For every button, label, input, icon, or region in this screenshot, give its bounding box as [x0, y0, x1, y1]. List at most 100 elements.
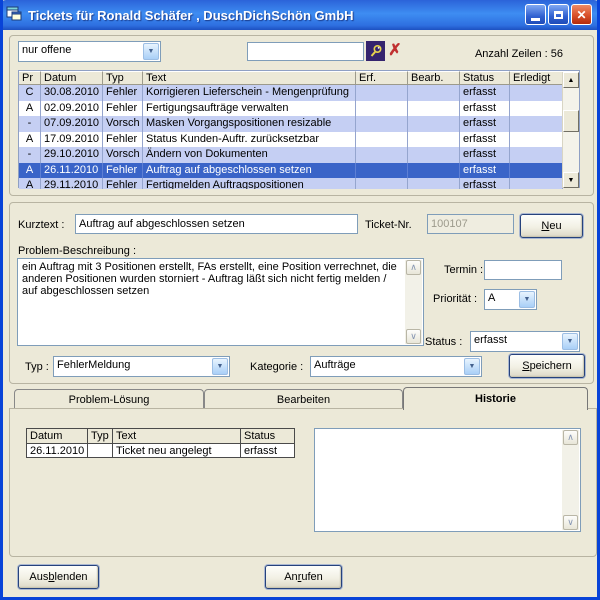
cell-text: Auftrag auf abgeschlossen setzen	[143, 163, 356, 179]
cell-text: Ändern von Dokumenten	[143, 147, 356, 163]
col-header-erf[interactable]: Erf.	[356, 71, 408, 85]
historie-notes-textarea[interactable]	[315, 429, 580, 531]
chevron-down-icon[interactable]: ▼	[212, 358, 228, 375]
speichern-button[interactable]: Speichern	[509, 354, 585, 378]
cell-erf	[356, 132, 408, 148]
cell-bearb	[408, 163, 460, 179]
cell-pr: A	[19, 163, 41, 179]
scroll-down-button[interactable]: ▼	[563, 172, 579, 188]
status-dropdown[interactable]: erfasst ▼	[470, 331, 580, 352]
cell-typ: Vorsch	[103, 116, 143, 132]
prioritaet-label: Priorität :	[433, 293, 477, 305]
status-value: erfasst	[471, 332, 561, 351]
anrufen-button[interactable]: Anrufen	[265, 565, 342, 589]
cell-pr: C	[19, 85, 41, 101]
title-bar[interactable]: Tickets für Ronald Schäfer , DuschDichSc…	[0, 0, 600, 30]
cell-erledigt	[510, 116, 563, 132]
cell-status: erfasst	[460, 85, 510, 101]
kurztext-label: Kurztext :	[18, 219, 64, 231]
ausblenden-button[interactable]: Ausblenden	[18, 565, 99, 589]
table-row[interactable]: A 17.09.2010 Fehler Status Kunden-Auftr.…	[19, 132, 563, 148]
chevron-down-icon[interactable]: ▼	[562, 333, 578, 350]
cell-datum: 26.11.2010	[41, 163, 103, 179]
col-header-text[interactable]: Text	[113, 428, 241, 443]
prioritaet-dropdown[interactable]: A ▼	[484, 289, 537, 310]
cell-datum: 29.10.2010	[41, 147, 103, 163]
col-header-status[interactable]: Status	[241, 428, 295, 443]
cell-typ: Fehler	[103, 178, 143, 189]
cell-typ: Fehler	[103, 163, 143, 179]
kategorie-dropdown[interactable]: Aufträge ▼	[310, 356, 482, 377]
cell-bearb	[408, 116, 460, 132]
ticket-table-header: Pr Datum Typ Text Erf. Bearb. Status Erl…	[19, 71, 579, 85]
clear-search-button[interactable]: ✗	[386, 41, 404, 60]
cell-bearb	[408, 85, 460, 101]
scroll-down-button[interactable]: ∨	[406, 329, 421, 344]
cell-erf	[356, 85, 408, 101]
cell-pr: A	[19, 178, 41, 189]
col-header-status[interactable]: Status	[460, 71, 510, 85]
search-button[interactable]	[366, 41, 385, 61]
tab-bar: Problem-Lösung Bearbeiten Historie	[14, 387, 588, 409]
cell-status: erfasst	[460, 178, 510, 189]
col-header-text[interactable]: Text	[143, 71, 356, 85]
table-row[interactable]: A 02.09.2010 Fehler Fertigungsaufträge v…	[19, 101, 563, 117]
notes-scrollbar[interactable]: ∧ ∨	[562, 430, 579, 530]
historie-row[interactable]: 26.11.2010 Ticket neu angelegt erfasst	[26, 443, 295, 458]
cell-text: Ticket neu angelegt	[113, 443, 241, 458]
filter-value: nur offene	[19, 42, 142, 61]
scroll-up-button[interactable]: ▲	[563, 72, 579, 88]
cell-status: erfasst	[460, 163, 510, 179]
textarea-scrollbar[interactable]: ∧ ∨	[405, 260, 422, 344]
table-row[interactable]: - 29.10.2010 Vorsch Ändern von Dokumente…	[19, 147, 563, 163]
minimize-button[interactable]	[525, 4, 546, 25]
close-button[interactable]: ✕	[571, 4, 592, 25]
cell-pr: -	[19, 147, 41, 163]
historie-notes-box: ∧ ∨	[314, 428, 581, 532]
cell-bearb	[408, 147, 460, 163]
col-header-bearb[interactable]: Bearb.	[408, 71, 460, 85]
tab-bearbeiten[interactable]: Bearbeiten	[204, 389, 403, 409]
table-scrollbar[interactable]: ▲ ▼	[562, 72, 579, 188]
typ-value: FehlerMeldung	[54, 357, 211, 376]
scroll-down-button[interactable]: ∨	[563, 515, 578, 530]
problem-beschreibung-textarea[interactable]: ein Auftrag mit 3 Positionen erstellt, F…	[18, 259, 423, 345]
table-row-selected[interactable]: A 26.11.2010 Fehler Auftrag auf abgeschl…	[19, 163, 563, 179]
cell-status: erfasst	[460, 101, 510, 117]
status-label: Status :	[425, 336, 462, 348]
chevron-down-icon[interactable]: ▼	[464, 358, 480, 375]
col-header-typ[interactable]: Typ	[103, 71, 143, 85]
tab-historie[interactable]: Historie	[403, 387, 588, 410]
maximize-button[interactable]	[548, 4, 569, 25]
cell-erledigt	[510, 178, 563, 189]
search-input[interactable]	[247, 42, 364, 61]
chevron-down-icon[interactable]: ▼	[143, 43, 159, 60]
typ-dropdown[interactable]: FehlerMeldung ▼	[53, 356, 230, 377]
scroll-thumb[interactable]	[563, 110, 579, 132]
termin-input[interactable]	[484, 260, 562, 280]
tab-problem-loesung[interactable]: Problem-Lösung	[14, 389, 204, 409]
col-header-pr[interactable]: Pr	[19, 71, 41, 85]
cell-status: erfasst	[460, 132, 510, 148]
col-header-datum[interactable]: Datum	[26, 428, 88, 443]
cell-typ: Fehler	[103, 132, 143, 148]
table-row[interactable]: - 07.09.2010 Vorsch Masken Vorgangsposit…	[19, 116, 563, 132]
cell-erf	[356, 163, 408, 179]
chevron-down-icon[interactable]: ▼	[519, 291, 535, 308]
scroll-up-button[interactable]: ∧	[406, 260, 421, 275]
neu-button[interactable]: Neu	[520, 214, 583, 238]
col-header-typ[interactable]: Typ	[88, 428, 113, 443]
cell-typ: Fehler	[103, 101, 143, 117]
kurztext-input[interactable]	[75, 214, 358, 234]
table-row[interactable]: C 30.08.2010 Fehler Korrigieren Liefersc…	[19, 85, 563, 101]
col-header-datum[interactable]: Datum	[41, 71, 103, 85]
ticket-table-rows: C 30.08.2010 Fehler Korrigieren Liefersc…	[19, 85, 563, 189]
cell-erf	[356, 116, 408, 132]
kategorie-label: Kategorie :	[250, 361, 303, 373]
cell-erledigt	[510, 147, 563, 163]
table-row[interactable]: A 29.11.2010 Fehler Fertigmelden Auftrag…	[19, 178, 563, 189]
filter-dropdown[interactable]: nur offene ▼	[18, 41, 161, 62]
scroll-up-button[interactable]: ∧	[563, 430, 578, 445]
cell-datum: 02.09.2010	[41, 101, 103, 117]
cell-datum: 07.09.2010	[41, 116, 103, 132]
